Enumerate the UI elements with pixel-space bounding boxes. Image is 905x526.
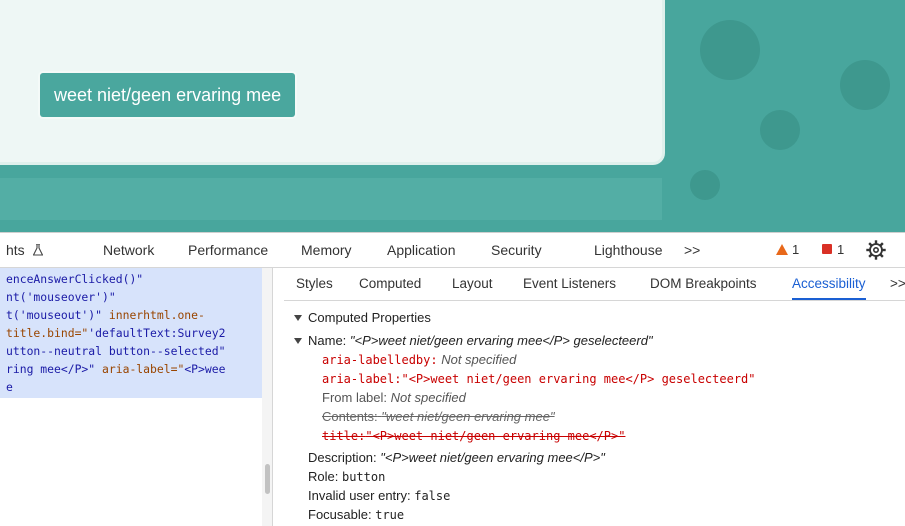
tab-network[interactable]: Network xyxy=(103,233,154,267)
tab-styles[interactable]: Styles xyxy=(296,268,333,300)
code-line: t('mouseout')" innerhtml.one- xyxy=(6,308,205,322)
devtools-main-tabs: hts Network Performance Memory Applicati… xyxy=(0,233,905,268)
name-property[interactable]: Name: "<P>weet niet/geen ervaring mee</P… xyxy=(294,332,653,350)
more-sidebar-tabs-button[interactable]: >> xyxy=(890,268,905,300)
tab-insights[interactable]: hts xyxy=(6,233,43,267)
contents-row: Contents: "weet niet/geen ervaring mee" xyxy=(322,409,555,424)
section-title: Computed Properties xyxy=(308,310,431,325)
tab-layout[interactable]: Layout xyxy=(452,268,493,300)
elements-scrollbar-thumb[interactable] xyxy=(265,464,270,494)
focusable-row: Focusable: true xyxy=(308,507,405,522)
tab-dom-breakpoints[interactable]: DOM Breakpoints xyxy=(650,268,757,300)
sidebar-tabs: Styles Computed Layout Event Listeners D… xyxy=(284,268,905,301)
tab-insights-label: hts xyxy=(6,242,25,258)
survey-card: weet niet/geen ervaring mee xyxy=(0,0,665,165)
warning-icon xyxy=(776,244,788,255)
tab-lighthouse[interactable]: Lighthouse xyxy=(594,233,663,267)
warnings-count: 1 xyxy=(792,242,800,257)
tab-security[interactable]: Security xyxy=(491,233,542,267)
decor-bubble xyxy=(840,60,890,110)
code-line: utton--neutral button--selected" xyxy=(6,344,226,358)
tab-accessibility[interactable]: Accessibility xyxy=(792,268,866,300)
decor-bubble xyxy=(760,110,800,150)
answer-button-weet-niet[interactable]: weet niet/geen ervaring mee xyxy=(40,73,296,117)
expand-triangle-icon xyxy=(294,338,302,344)
tab-computed[interactable]: Computed xyxy=(359,268,421,300)
elements-panel: enceAnswerClicked()" nt('mouseover')" t(… xyxy=(0,268,273,526)
decor-bubble xyxy=(700,20,760,80)
tab-performance[interactable]: Performance xyxy=(188,233,268,267)
decor-band xyxy=(0,178,662,220)
code-line: enceAnswerClicked()" xyxy=(6,272,144,286)
tab-application[interactable]: Application xyxy=(387,233,456,267)
errors-badge[interactable]: 1 xyxy=(822,233,844,267)
expand-triangle-icon xyxy=(294,315,302,321)
warnings-badge[interactable]: 1 xyxy=(776,233,799,267)
aria-labelledby-row: aria-labelledby: Not specified xyxy=(322,352,517,367)
errors-count: 1 xyxy=(837,242,845,257)
computed-properties-header[interactable]: Computed Properties xyxy=(294,309,431,327)
decor-bubble xyxy=(690,170,720,200)
tab-event-listeners[interactable]: Event Listeners xyxy=(523,268,616,300)
error-icon xyxy=(822,244,832,254)
settings-gear-icon[interactable] xyxy=(866,240,886,260)
aria-label-row: aria-label:"<P>weet niet/geen ervaring m… xyxy=(322,372,756,386)
page-viewport: weet niet/geen ervaring mee xyxy=(0,0,905,232)
from-label-row: From label: Not specified xyxy=(322,390,466,405)
invalid-entry-row: Invalid user entry: false xyxy=(308,488,451,503)
description-row: Description: "<P>weet niet/geen ervaring… xyxy=(308,450,605,465)
more-tabs-button[interactable]: >> xyxy=(684,233,700,267)
accessibility-pane: Computed Properties Name: "<P>weet niet/… xyxy=(284,301,905,526)
role-row: Role: button xyxy=(308,469,386,484)
flask-icon xyxy=(32,244,43,256)
code-line: title.bind="'defaultText:Survey2 xyxy=(6,326,226,340)
code-line: ring mee</P>" aria-label="<P>wee xyxy=(6,362,226,376)
code-line: e xyxy=(6,380,13,394)
tab-memory[interactable]: Memory xyxy=(301,233,352,267)
devtools-panel: hts Network Performance Memory Applicati… xyxy=(0,232,905,526)
title-row: title:"<P>weet niet/geen ervaring mee</P… xyxy=(322,429,626,443)
code-line: nt('mouseover')" xyxy=(6,290,116,304)
